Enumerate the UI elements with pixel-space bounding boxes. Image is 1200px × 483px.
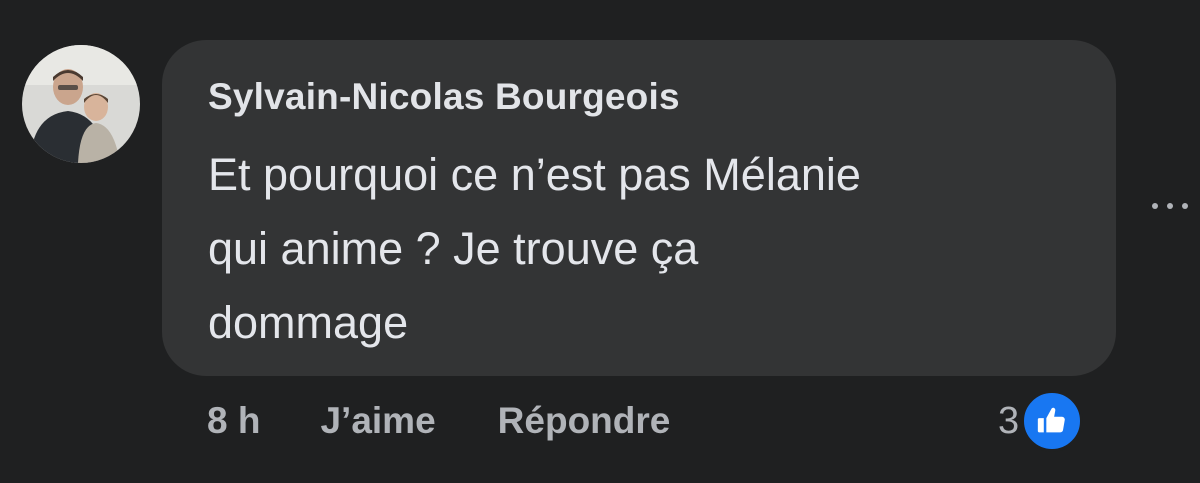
reply-button[interactable]: Répondre <box>498 400 671 442</box>
author-name[interactable]: Sylvain-Nicolas Bourgeois <box>208 76 680 118</box>
thumbs-up-glyph <box>1037 407 1065 433</box>
avatar-photo <box>22 45 140 163</box>
thumbs-up-icon <box>1021 390 1084 452</box>
more-dot <box>1152 203 1158 209</box>
more-dot <box>1182 203 1188 209</box>
reaction-count: 3 <box>998 399 1020 442</box>
more-options-icon[interactable] <box>1152 186 1200 226</box>
comment-actions: 8 h J’aime Répondre <box>207 396 670 446</box>
comment-text: Et pourquoi ce n’est pas Mélanie qui ani… <box>208 149 861 348</box>
comment-timestamp[interactable]: 8 h <box>207 400 260 442</box>
comment: Sylvain-Nicolas Bourgeois Et pourquoi ce… <box>0 0 1200 483</box>
comment-bubble: Sylvain-Nicolas Bourgeois Et pourquoi ce… <box>162 40 1116 376</box>
like-button[interactable]: J’aime <box>320 400 435 442</box>
reaction-summary[interactable]: 3 <box>998 388 1084 454</box>
author-avatar[interactable] <box>22 45 140 163</box>
more-dot <box>1167 203 1173 209</box>
